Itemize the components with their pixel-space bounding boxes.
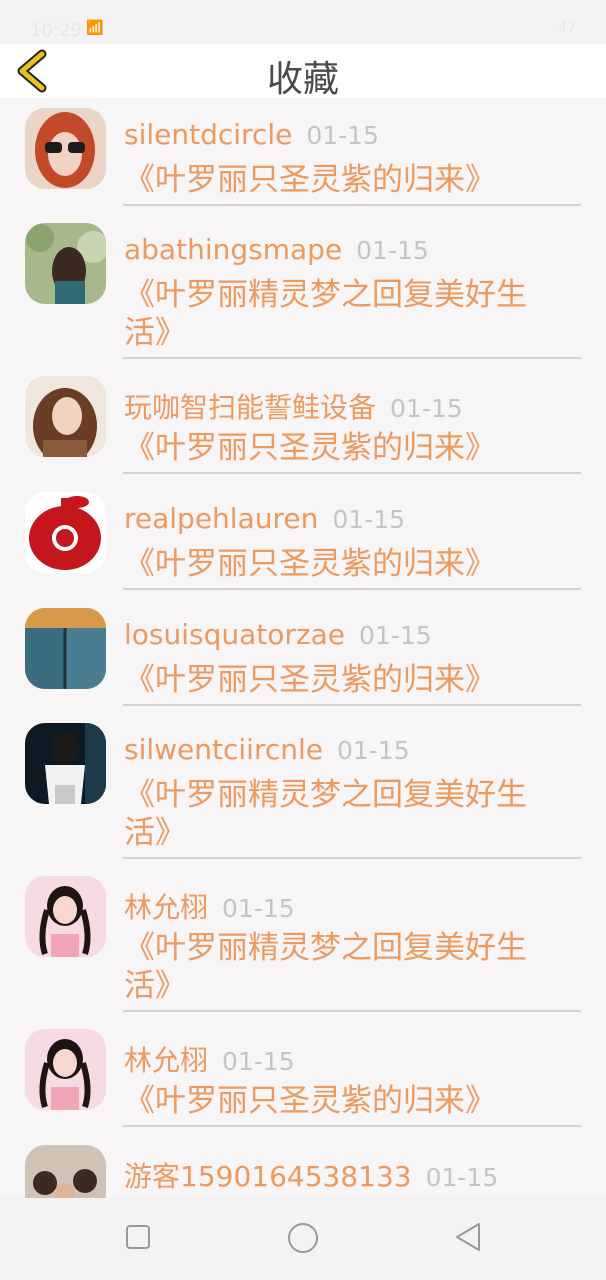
divider xyxy=(123,472,581,474)
system-nav-bar xyxy=(0,1198,606,1280)
date: 01-15 xyxy=(332,505,406,534)
list-item[interactable]: 玩咖智扫能誓鲑设备 01-15 《叶罗丽只圣灵紫的归来》 xyxy=(0,366,606,482)
username: 林允栩 01-15 xyxy=(124,1044,295,1077)
avatar xyxy=(25,1029,106,1110)
list-item[interactable]: losuisquatorzae 01-15 《叶罗丽只圣灵紫的归来》 xyxy=(0,598,606,713)
avatar xyxy=(25,108,106,189)
favorite-title: 《叶罗丽只圣灵紫的归来》 xyxy=(124,162,496,198)
avatar xyxy=(25,876,106,957)
home-button[interactable] xyxy=(287,1222,319,1258)
avatar xyxy=(25,492,106,573)
recents-button[interactable] xyxy=(125,1224,151,1254)
favorite-title: 《叶罗丽只圣灵紫的归来》 xyxy=(124,662,496,698)
divider xyxy=(123,857,581,859)
list-item[interactable]: realpehlauren 01-15 《叶罗丽只圣灵紫的归来》 xyxy=(0,482,606,598)
triangle-back-icon xyxy=(456,1223,480,1251)
list-item[interactable]: silentdcircle 01-15 《叶罗丽只圣灵紫的归来》 xyxy=(0,98,606,213)
divider xyxy=(123,704,581,706)
date: 01-15 xyxy=(222,1047,295,1076)
back-nav-button[interactable] xyxy=(454,1222,482,1256)
username: losuisquatorzae 01-15 xyxy=(124,618,432,651)
battery-indicator: 47 xyxy=(558,20,576,36)
username: abathingsmape 01-15 xyxy=(124,233,429,266)
username: 林允栩 01-15 xyxy=(124,891,295,924)
avatar xyxy=(25,723,106,804)
signal-icon: 📶 xyxy=(86,20,104,36)
header-bar: 收藏 xyxy=(0,44,606,100)
date: 01-15 xyxy=(359,621,432,650)
divider xyxy=(123,1125,581,1127)
favorite-title: 《叶罗丽精灵梦之回复美好生活》 xyxy=(124,277,527,351)
status-bar: 10:29 📶 47 xyxy=(0,0,606,44)
favorite-title: 《叶罗丽精灵梦之回复美好生活》 xyxy=(124,777,527,851)
page-title: 收藏 xyxy=(266,59,339,100)
list-item[interactable]: 游客1590164538133 01-15 xyxy=(0,1135,606,1198)
avatar xyxy=(25,223,106,304)
favorite-title: 《叶罗丽精灵梦之回复美好生活》 xyxy=(124,930,527,1004)
username: 玩咖智扫能誓鲑设备 01-15 xyxy=(124,391,463,424)
list-item[interactable]: 林允栩 01-15 《叶罗丽只圣灵紫的归来》 xyxy=(0,1019,606,1135)
square-icon xyxy=(126,1225,150,1249)
username: silentdcircle 01-15 xyxy=(124,118,379,151)
favorite-title: 《叶罗丽只圣灵紫的归来》 xyxy=(124,430,496,466)
date: 01-15 xyxy=(306,121,379,150)
circle-icon xyxy=(288,1223,318,1253)
divider xyxy=(123,588,581,590)
date: 01-15 xyxy=(425,1163,499,1192)
avatar xyxy=(25,608,106,689)
date: 01-15 xyxy=(222,894,295,923)
avatar xyxy=(25,376,106,457)
username: realpehlauren 01-15 xyxy=(124,502,406,535)
status-time: 10:29 xyxy=(30,20,82,41)
divider xyxy=(123,1010,581,1012)
avatar xyxy=(25,1145,106,1198)
favorite-title: 《叶罗丽只圣灵紫的归来》 xyxy=(124,1083,496,1119)
list-item[interactable]: silwentciircnle 01-15 《叶罗丽精灵梦之回复美好生活》 xyxy=(0,713,606,866)
divider xyxy=(123,204,581,206)
divider xyxy=(123,357,581,359)
date: 01-15 xyxy=(337,736,410,765)
list-item[interactable]: 林允栩 01-15 《叶罗丽精灵梦之回复美好生活》 xyxy=(0,866,606,1019)
date: 01-15 xyxy=(390,394,463,423)
username: silwentciircnle 01-15 xyxy=(124,733,410,766)
favorites-list: silentdcircle 01-15 《叶罗丽只圣灵紫的归来》 abathing… xyxy=(0,98,606,1198)
date: 01-15 xyxy=(356,236,429,265)
favorite-title: 《叶罗丽只圣灵紫的归来》 xyxy=(124,546,496,582)
list-item[interactable]: abathingsmape 01-15 《叶罗丽精灵梦之回复美好生活》 xyxy=(0,213,606,366)
username: 游客1590164538133 01-15 xyxy=(124,1160,499,1193)
